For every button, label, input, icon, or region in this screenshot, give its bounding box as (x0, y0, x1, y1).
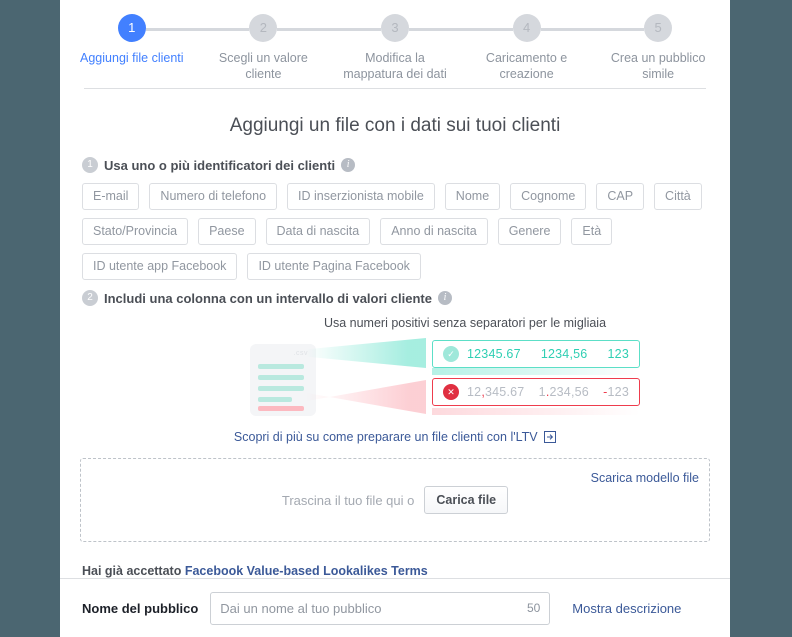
identifier-chip: Anno di nascita (380, 218, 488, 245)
section-2-title: Includi una colonna con un intervallo di… (104, 290, 432, 306)
csv-row-line (258, 386, 304, 391)
step-item-2[interactable]: 2 Scegli un valore cliente (197, 14, 330, 82)
step-number-1: 1 (117, 14, 146, 42)
step-connector-right (145, 28, 198, 31)
csv-row-line-invalid (258, 406, 304, 411)
step-item-5[interactable]: 5 Crea un pubblico simile (592, 14, 724, 82)
step-list: 1 Aggiungi file clienti 2 Scegli un valo… (60, 14, 730, 82)
csv-extension-label: .csv (293, 350, 308, 357)
step-number-3: 3 (380, 14, 409, 42)
identifier-chip-list: E-mail Numero di telefono ID inserzionis… (80, 183, 710, 280)
terms-notice: Hai già accettato Facebook Value-based L… (82, 564, 710, 578)
step-label-3: Modifica la mappatura dei dati (343, 51, 447, 81)
identifier-chip: ID utente Pagina Facebook (247, 253, 421, 280)
external-link-icon (544, 431, 557, 446)
step-label-5: Crea un pubblico simile (610, 51, 706, 81)
identifier-chip: E-mail (82, 183, 140, 210)
wizard-card: 1 Aggiungi file clienti 2 Scegli un valo… (60, 0, 730, 637)
valid-value: 1234,56 (540, 347, 588, 361)
invalid-value: 1.234,56 (538, 385, 589, 399)
valid-beam-shadow (432, 368, 640, 375)
identifier-chip: Stato/Provincia (82, 218, 189, 245)
learn-more-link[interactable]: Scopri di più su come preparare un file … (80, 430, 710, 446)
identifier-chip: Città (654, 183, 702, 210)
csv-row-line (258, 375, 304, 380)
step-number-2: 2 (249, 14, 278, 42)
csv-row-line (258, 364, 304, 369)
page-title: Aggiungi un file con i dati sui tuoi cli… (229, 115, 561, 136)
valid-beam (306, 338, 426, 368)
identifier-chip: Età (571, 218, 613, 245)
illustration-stage: .csv ✓ 12345.67 1234,56 123 ✕ 12,345.67 … (80, 336, 710, 418)
audience-name-label: Nome del pubblico (82, 600, 199, 616)
download-template-link[interactable]: Scarica modello file (591, 471, 699, 485)
check-icon: ✓ (443, 346, 459, 362)
step-connector-left (197, 28, 250, 31)
step-connector-right (540, 28, 593, 31)
dropzone-hint: Trascina il tuo file qui o (281, 492, 415, 508)
csv-row-line (258, 397, 292, 402)
valid-value: 123 (607, 347, 629, 361)
identifier-chip: CAP (596, 183, 645, 210)
value-format-illustration: Usa numeri positivi senza separatori per… (80, 316, 710, 424)
info-icon[interactable]: i (437, 291, 452, 305)
section-2-number: 2 (82, 290, 98, 306)
step-number-4: 4 (512, 14, 541, 42)
step-label-2: Scegli un valore cliente (218, 51, 308, 81)
section-1-title: Usa uno o più identificatori dei clienti (104, 157, 336, 173)
invalid-beam-shadow (432, 408, 640, 415)
identifier-chip: Numero di telefono (149, 183, 278, 210)
main-content: Aggiungi un file con i dati sui tuoi cli… (60, 115, 730, 578)
step-label-1: Aggiungi file clienti (80, 51, 184, 65)
step-connector-right (277, 28, 330, 31)
section-2-header: 2 Includi una colonna con un intervallo … (80, 290, 710, 306)
learn-more-label: Scopri di più su come preparare un file … (233, 430, 538, 444)
step-label-4: Caricamento e creazione (485, 51, 568, 81)
upload-file-button[interactable]: Carica file (424, 486, 509, 514)
invalid-values: 12,345.67 1.234,56 -123 (467, 385, 629, 399)
audience-name-input[interactable] (210, 591, 551, 625)
identifier-chip: ID inserzionista mobile (287, 183, 435, 210)
close-icon: ✕ (443, 384, 459, 400)
step-number-5: 5 (644, 14, 673, 42)
header-divider (84, 88, 706, 89)
step-item-1[interactable]: 1 Aggiungi file clienti (66, 14, 198, 82)
audience-name-footer: Nome del pubblico 50 Mostra descrizione (60, 578, 730, 637)
step-connector-right (408, 28, 461, 31)
step-item-4[interactable]: 4 Caricamento e creazione (460, 14, 593, 82)
identifier-chip: Nome (444, 183, 501, 210)
terms-prefix: Hai già accettato (82, 564, 182, 578)
valid-values: 12345.67 1234,56 123 (467, 347, 629, 361)
invalid-value: -123 (603, 385, 629, 399)
step-connector-left (460, 28, 513, 31)
show-description-link[interactable]: Mostra descrizione (572, 601, 681, 616)
section-1-header: 1 Usa uno o più identificatori dei clien… (80, 157, 710, 173)
terms-link[interactable]: Facebook Value-based Lookalikes Terms (185, 564, 428, 578)
dropzone-inner: Trascina il tuo file qui o Carica file (281, 486, 509, 514)
invalid-example-row: ✕ 12,345.67 1.234,56 -123 (432, 378, 640, 406)
section-1-number: 1 (82, 157, 98, 173)
invalid-beam (306, 380, 426, 414)
audience-name-field: 50 (210, 591, 551, 625)
step-connector-left (592, 28, 645, 31)
identifier-chip: Genere (497, 218, 562, 245)
identifier-chip: Data di nascita (265, 218, 371, 245)
valid-value: 12345.67 (467, 347, 521, 361)
valid-example-row: ✓ 12345.67 1234,56 123 (432, 340, 640, 368)
file-dropzone[interactable]: Trascina il tuo file qui o Carica file S… (80, 458, 710, 542)
wizard-stepper: 1 Aggiungi file clienti 2 Scegli un valo… (60, 0, 730, 89)
invalid-value: 12,345.67 (467, 385, 525, 399)
value-format-caption: Usa numeri positivi senza separatori per… (323, 316, 607, 330)
identifier-chip: Cognome (510, 183, 587, 210)
step-connector-left (329, 28, 381, 31)
identifier-chip: Paese (198, 218, 256, 245)
identifier-chip: ID utente app Facebook (82, 253, 238, 280)
char-count: 50 (526, 601, 541, 615)
info-icon[interactable]: i (341, 158, 356, 172)
step-item-3[interactable]: 3 Modifica la mappatura dei dati (329, 14, 461, 82)
